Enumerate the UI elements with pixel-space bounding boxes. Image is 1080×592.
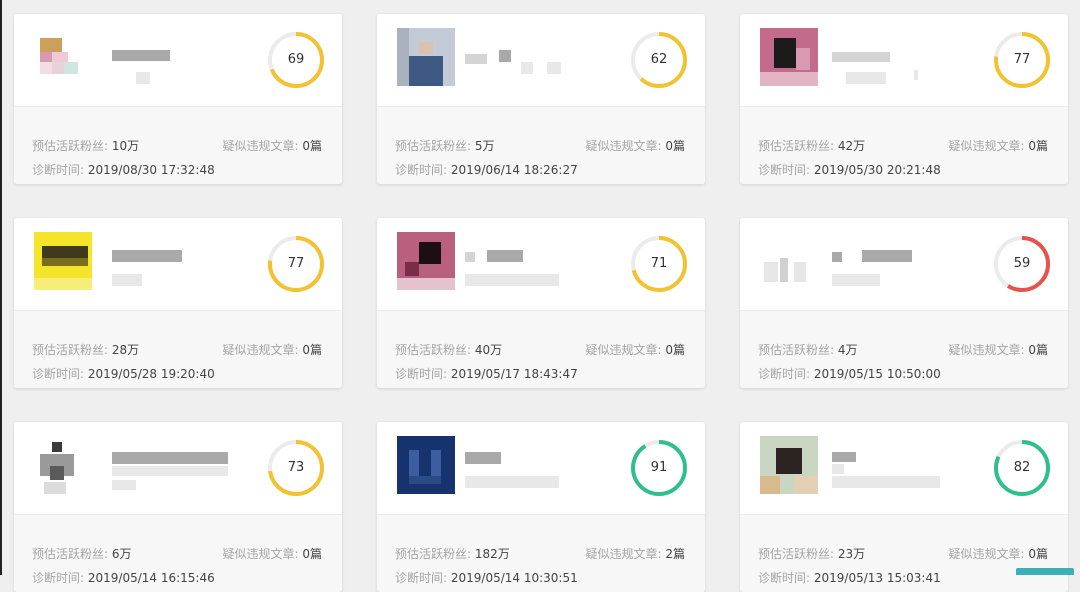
score-ring: 91 <box>631 440 687 496</box>
diagnosis-time: 诊断时间: 2019/05/13 15:03:41 <box>758 571 941 585</box>
account-avatar <box>760 232 818 290</box>
score-value: 73 <box>287 460 305 475</box>
active-fans-stat: 预估活跃粉丝: 6万 <box>32 547 132 561</box>
score-value: 62 <box>650 52 668 67</box>
account-avatar <box>34 232 92 290</box>
suspicious-articles-stat: 疑似违规文章: 2篇 <box>585 547 685 561</box>
score-value: 59 <box>1013 256 1031 271</box>
suspicious-articles-stat: 疑似违规文章: 0篇 <box>948 139 1048 153</box>
suspicious-articles-stat: 疑似违规文章: 0篇 <box>222 139 322 153</box>
account-avatar <box>397 28 455 86</box>
diagnosis-time: 诊断时间: 2019/08/30 17:32:48 <box>32 163 215 177</box>
account-card[interactable]: 77 预估活跃粉丝: 42万 疑似违规文章: 0篇 诊断时间: 2019/05/… <box>740 14 1068 184</box>
suspicious-articles-stat: 疑似违规文章: 0篇 <box>948 343 1048 357</box>
diagnosis-time: 诊断时间: 2019/05/14 16:15:46 <box>32 571 215 585</box>
diagnosis-time: 诊断时间: 2019/05/30 20:21:48 <box>758 163 941 177</box>
diagnosis-time: 诊断时间: 2019/05/17 18:43:47 <box>395 367 578 381</box>
active-fans-stat: 预估活跃粉丝: 40万 <box>395 343 503 357</box>
score-value: 82 <box>1013 460 1031 475</box>
active-fans-stat: 预估活跃粉丝: 10万 <box>32 139 140 153</box>
suspicious-articles-stat: 疑似违规文章: 0篇 <box>222 547 322 561</box>
diagnosis-time: 诊断时间: 2019/05/28 19:20:40 <box>32 367 215 381</box>
score-value: 77 <box>1013 52 1031 67</box>
account-card[interactable]: 62 预估活跃粉丝: 5万 疑似违规文章: 0篇 诊断时间: 2019/06/1… <box>377 14 705 184</box>
score-ring: 71 <box>631 236 687 292</box>
diagnosis-time: 诊断时间: 2019/06/14 18:26:27 <box>395 163 578 177</box>
account-avatar <box>34 436 92 494</box>
account-card[interactable]: 91 预估活跃粉丝: 182万 疑似违规文章: 2篇 诊断时间: 2019/05… <box>377 422 705 592</box>
active-fans-stat: 预估活跃粉丝: 28万 <box>32 343 140 357</box>
account-avatar <box>397 436 455 494</box>
score-value: 71 <box>650 256 668 271</box>
score-ring: 62 <box>631 32 687 88</box>
account-card[interactable]: 82 预估活跃粉丝: 23万 疑似违规文章: 0篇 诊断时间: 2019/05/… <box>740 422 1068 592</box>
suspicious-articles-stat: 疑似违规文章: 0篇 <box>222 343 322 357</box>
score-ring: 59 <box>994 236 1050 292</box>
suspicious-articles-stat: 疑似违规文章: 0篇 <box>585 343 685 357</box>
account-card[interactable]: 69 预估活跃粉丝: 10万 疑似违规文章: 0篇 诊断时间: 2019/08/… <box>14 14 342 184</box>
suspicious-articles-stat: 疑似违规文章: 0篇 <box>948 547 1048 561</box>
score-ring: 82 <box>994 440 1050 496</box>
active-fans-stat: 预估活跃粉丝: 5万 <box>395 139 495 153</box>
score-value: 77 <box>287 256 305 271</box>
account-card[interactable]: 77 预估活跃粉丝: 28万 疑似违规文章: 0篇 诊断时间: 2019/05/… <box>14 218 342 388</box>
diagnosis-time: 诊断时间: 2019/05/14 10:30:51 <box>395 571 578 585</box>
score-ring: 77 <box>994 32 1050 88</box>
diagnosis-time: 诊断时间: 2019/05/15 10:50:00 <box>758 367 941 381</box>
account-avatar <box>34 28 92 86</box>
account-avatar <box>760 436 818 494</box>
score-ring: 77 <box>268 236 324 292</box>
floating-tab[interactable] <box>1016 568 1074 575</box>
active-fans-stat: 预估活跃粉丝: 4万 <box>758 343 858 357</box>
score-value: 91 <box>650 460 668 475</box>
suspicious-articles-stat: 疑似违规文章: 0篇 <box>585 139 685 153</box>
active-fans-stat: 预估活跃粉丝: 23万 <box>758 547 866 561</box>
account-card[interactable]: 73 预估活跃粉丝: 6万 疑似违规文章: 0篇 诊断时间: 2019/05/1… <box>14 422 342 592</box>
account-card[interactable]: 71 预估活跃粉丝: 40万 疑似违规文章: 0篇 诊断时间: 2019/05/… <box>377 218 705 388</box>
account-avatar <box>760 28 818 86</box>
score-value: 69 <box>287 52 305 67</box>
score-ring: 73 <box>268 440 324 496</box>
active-fans-stat: 预估活跃粉丝: 42万 <box>758 139 866 153</box>
account-avatar <box>397 232 455 290</box>
account-card[interactable]: 59 预估活跃粉丝: 4万 疑似违规文章: 0篇 诊断时间: 2019/05/1… <box>740 218 1068 388</box>
score-ring: 69 <box>268 32 324 88</box>
active-fans-stat: 预估活跃粉丝: 182万 <box>395 547 510 561</box>
